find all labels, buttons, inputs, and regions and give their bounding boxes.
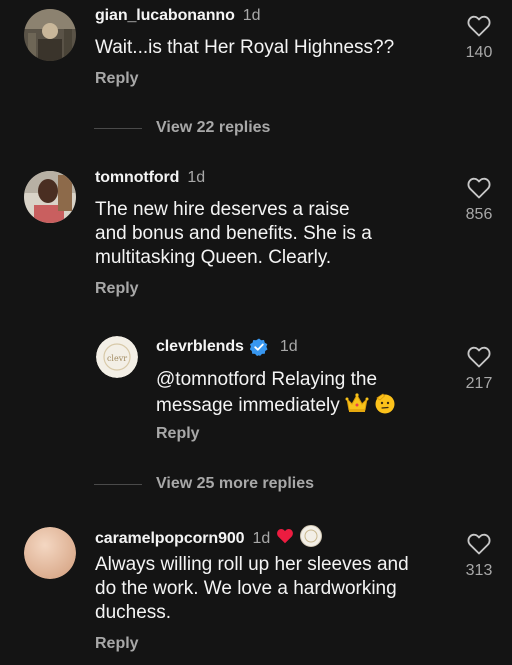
comment-text: Always willing roll up her sleeves and d…	[95, 553, 409, 625]
avatar[interactable]	[24, 171, 76, 223]
like-count: 856	[465, 206, 493, 223]
view-replies-label: View 22 replies	[156, 119, 271, 136]
comment-text-line: multitasking Queen. Clearly.	[95, 247, 332, 268]
crown-emoji-icon	[345, 392, 369, 421]
like-button[interactable]: 217	[459, 346, 499, 393]
comment-timestamp: 1d	[252, 529, 271, 547]
comment-text-line: and bonus and benefits. She is a	[95, 223, 372, 244]
comment-timestamp: 1d	[242, 7, 261, 24]
like-count: 313	[465, 562, 493, 579]
comment-text-line: Always willing roll up her sleeves and	[95, 554, 409, 575]
comment-username[interactable]: caramelpopcorn900	[95, 530, 245, 548]
like-count: 217	[465, 375, 493, 392]
view-replies-label: View 25 more replies	[156, 475, 315, 492]
comment-text-fragment: message immediately	[156, 395, 340, 416]
avatar[interactable]	[24, 9, 76, 61]
comment-text: @tomnotford Relaying the message immedia…	[156, 368, 396, 421]
photo-avatar-icon	[24, 9, 76, 61]
view-more-replies-button[interactable]: View 25 more replies	[94, 475, 314, 493]
comment-header: tomnotford 1d	[95, 169, 205, 187]
reply-button[interactable]: Reply	[95, 280, 139, 298]
heart-outline-icon	[467, 346, 491, 368]
comment-username[interactable]: tomnotford	[95, 169, 179, 187]
view-replies-divider	[94, 483, 142, 485]
reply-button[interactable]: Reply	[95, 70, 139, 88]
comment-timestamp: 1d	[187, 169, 206, 186]
verified-badge-icon	[249, 338, 268, 356]
comment-username[interactable]: gian_lucabonanno	[95, 7, 235, 25]
comment-text: The new hire deserves a raise and bonus …	[95, 198, 372, 270]
like-button[interactable]: 140	[459, 15, 499, 62]
view-replies-divider	[94, 127, 142, 129]
comment-text: Wait...is that Her Royal Highness??	[95, 37, 395, 58]
heart-outline-icon	[467, 533, 491, 555]
comment-header: caramelpopcorn900 1d	[95, 525, 323, 552]
creator-avatar-icon	[300, 525, 323, 552]
avatar[interactable]: clevr	[96, 336, 138, 378]
red-heart-icon	[276, 528, 294, 549]
reply-button[interactable]: Reply	[95, 635, 139, 653]
heart-outline-icon	[467, 15, 491, 37]
comment-header: clevrblends 1d	[156, 338, 298, 356]
saluting-face-emoji-icon	[374, 392, 396, 421]
like-button[interactable]: 313	[459, 533, 499, 580]
comment-text-line: The new hire deserves a raise	[95, 199, 350, 220]
like-button[interactable]: 856	[459, 177, 499, 224]
like-count: 140	[465, 44, 493, 61]
comment-header: gian_lucabonanno 1d	[95, 7, 261, 25]
avatar[interactable]	[24, 527, 76, 579]
comment-text-line: duchess.	[95, 602, 172, 623]
reply-button[interactable]: Reply	[156, 425, 200, 443]
heart-outline-icon	[467, 177, 491, 199]
blank-avatar-icon	[24, 527, 76, 579]
comment-text-line: do the work. We love a hardworking	[95, 578, 397, 599]
comment-text-line: @tomnotford Relaying the	[156, 369, 378, 390]
photo-avatar-icon	[24, 171, 76, 223]
brand-logo-icon: clevr	[96, 336, 138, 378]
brand-logo-text: clevr	[107, 354, 127, 363]
view-replies-button[interactable]: View 22 replies	[94, 119, 270, 137]
comment-text-line-with-emoji: message immediately	[156, 392, 396, 421]
comment-username[interactable]: clevrblends	[156, 338, 244, 356]
comment-timestamp: 1d	[279, 338, 298, 355]
